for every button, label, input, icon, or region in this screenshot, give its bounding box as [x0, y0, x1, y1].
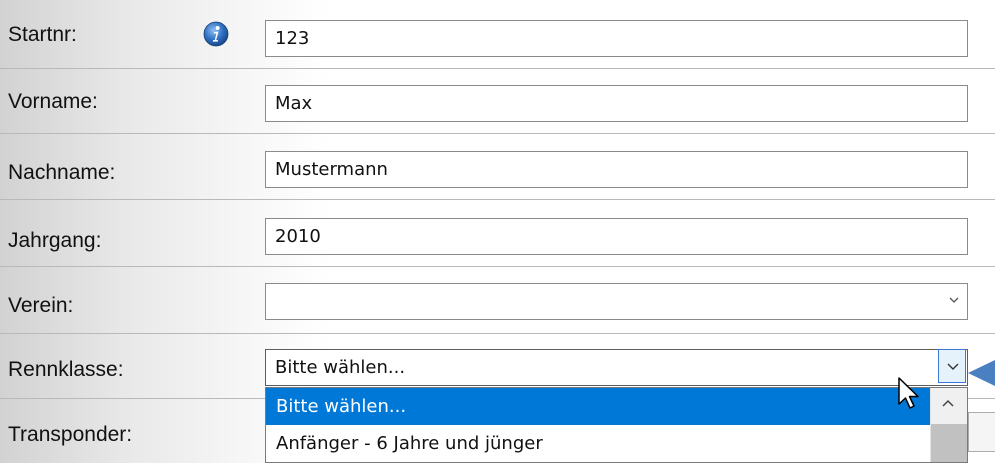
- rennklasse-dropdown-list: Bitte wählen... Anfänger - 6 Jahre und j…: [265, 387, 968, 463]
- left-arrow-marker-icon: [968, 360, 995, 386]
- row-verein: Verein:: [0, 267, 995, 334]
- dropdown-option[interactable]: Bitte wählen...: [266, 388, 930, 425]
- label-transponder: Transponder:: [8, 423, 133, 446]
- scrollbar-thumb[interactable]: [931, 424, 967, 462]
- row-startnr: Startnr: 123: [0, 0, 995, 69]
- dropdown-scrollbar[interactable]: [930, 388, 967, 462]
- label-nachname: Nachname:: [8, 161, 116, 184]
- label-rennklasse: Rennklasse:: [8, 358, 124, 381]
- label-vorname: Vorname:: [8, 90, 98, 113]
- row-nachname: Nachname: Mustermann: [0, 134, 995, 200]
- row-jahrgang: Jahrgang: 2010: [0, 200, 995, 267]
- rennklasse-select[interactable]: Bitte wählen...: [265, 349, 968, 386]
- rennklasse-select-value: Bitte wählen...: [275, 357, 406, 378]
- label-startnr: Startnr:: [8, 23, 77, 46]
- transponder-button[interactable]: [968, 412, 995, 452]
- info-icon[interactable]: [203, 21, 229, 47]
- label-verein: Verein:: [8, 294, 74, 317]
- vorname-input[interactable]: Max: [265, 85, 968, 122]
- chevron-down-icon: [949, 297, 959, 303]
- verein-select[interactable]: [265, 283, 968, 320]
- chevron-down-icon: [947, 363, 959, 370]
- row-vorname: Vorname: Max: [0, 69, 995, 134]
- rennklasse-dropdown-button[interactable]: [938, 349, 966, 383]
- chevron-up-icon[interactable]: [942, 399, 954, 409]
- jahrgang-input[interactable]: 2010: [265, 218, 968, 255]
- dropdown-option[interactable]: Anfänger - 6 Jahre und jünger: [266, 425, 930, 462]
- startnr-input[interactable]: 123: [265, 20, 968, 57]
- nachname-input[interactable]: Mustermann: [265, 151, 968, 188]
- participant-form: Startnr: 123 Vorname: Max Nachname: Must…: [0, 0, 995, 463]
- mouse-pointer-icon: [898, 377, 919, 409]
- label-jahrgang: Jahrgang:: [8, 229, 102, 252]
